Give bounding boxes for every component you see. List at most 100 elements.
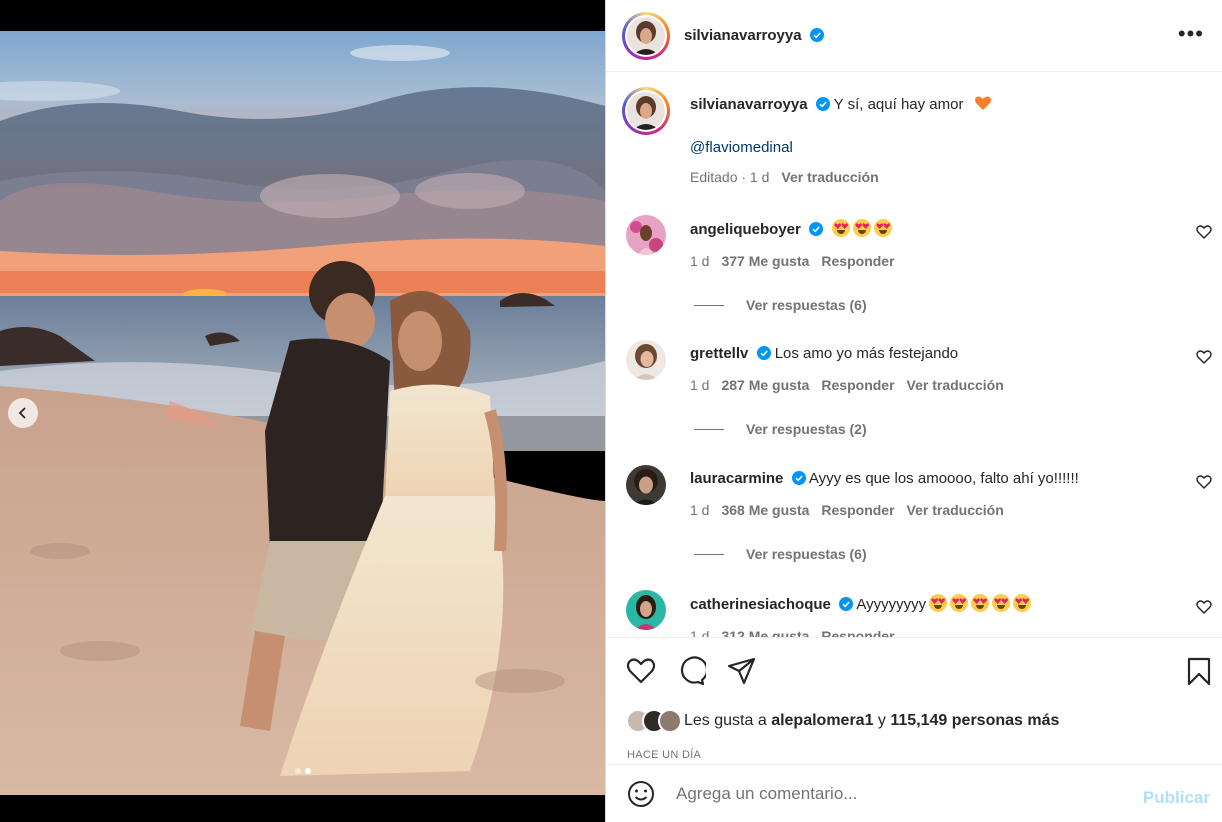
caption-author-avatar[interactable] (622, 87, 670, 135)
caption-username[interactable]: silvianavarroyya (690, 96, 808, 113)
comment-likes[interactable]: 377 Me gusta (721, 253, 809, 269)
reply-button[interactable]: Responder (821, 502, 894, 518)
comment-likes[interactable]: 312 Me gusta (721, 628, 809, 637)
comment-item: angeliqueboyer 1 d 377 Me gusta Responder … (622, 215, 1212, 313)
verified-badge-icon (756, 346, 771, 360)
author-username[interactable]: silvianavarroyya (684, 27, 824, 44)
comment-body: catherinesiachoque Ayyyyyyyy 1 d 312 Me g… (690, 590, 1212, 637)
translate-link[interactable]: Ver traducción (907, 377, 1004, 393)
comment-input[interactable] (676, 783, 1116, 804)
liker-avatar (658, 709, 682, 733)
like-heart-icon[interactable] (626, 656, 656, 686)
comment-text: Ayyyyyyyy (856, 596, 927, 613)
comment-likes[interactable]: 368 Me gusta (721, 502, 809, 518)
comment-age: 1 d (690, 628, 710, 637)
comment-meta: 1 d 377 Me gusta Responder (690, 251, 1212, 271)
heart-eyes-emoji-icon (950, 594, 969, 612)
commenter-avatar[interactable] (626, 590, 666, 630)
likes-prefix: Les gusta a (684, 712, 767, 729)
comment-like-heart-icon[interactable] (1196, 599, 1212, 615)
caption-translate-link[interactable]: Ver traducción (781, 169, 878, 185)
post-photo[interactable] (0, 31, 605, 795)
comment-like-heart-icon[interactable] (1196, 349, 1212, 365)
more-options-button[interactable]: ••• (1178, 23, 1204, 45)
comment-body: grettellv Los amo yo más festejando 1 d 2… (690, 340, 1212, 395)
reply-button[interactable]: Responder (821, 628, 894, 637)
share-send-icon[interactable] (726, 656, 756, 686)
commenter-username[interactable]: lauracarmine (690, 470, 783, 487)
verified-badge-icon (815, 97, 830, 111)
translate-link[interactable]: Ver traducción (907, 502, 1004, 518)
post-caption: silvianavarroyya Y sí, aquí hay amor @fl… (622, 87, 1202, 187)
carousel-prev-button[interactable] (8, 398, 38, 428)
likers-avatar-stack (626, 709, 682, 733)
author-avatar[interactable] (622, 11, 670, 60)
heart-eyes-emoji-icon (874, 219, 893, 237)
commenter-avatar[interactable] (626, 340, 666, 380)
author-avatar-image (627, 16, 665, 55)
view-replies-button[interactable]: Ver respuestas (2) (694, 421, 1212, 437)
media-pane (0, 0, 605, 822)
view-replies-button[interactable]: Ver respuestas (6) (694, 546, 1212, 562)
comment-item: grettellv Los amo yo más festejando 1 d 2… (622, 340, 1212, 437)
commenter-avatar[interactable] (626, 465, 666, 505)
comment-item: lauracarmine Ayyy es que los amoooo, fal… (622, 465, 1212, 562)
comment-text: Ayyy es que los amoooo, falto ahí yo!!!!… (808, 470, 1079, 487)
comment-like-heart-icon[interactable] (1196, 224, 1212, 240)
likes-others-count[interactable]: 115,149 personas más (890, 712, 1059, 730)
caption-avatar-image (627, 92, 665, 130)
post-side-panel: silvianavarroyya ••• silvianavarroyya Y … (605, 0, 1222, 822)
comment-age: 1 d (690, 377, 710, 393)
carousel-dots (0, 768, 605, 774)
comment-body: lauracarmine Ayyy es que los amoooo, fal… (690, 465, 1212, 520)
post-header: silvianavarroyya ••• (606, 0, 1222, 72)
caption-meta: Editado · 1 d Ver traducción (690, 167, 1202, 187)
heart-eyes-emoji-icon (853, 219, 872, 237)
heart-eyes-emoji-icon (971, 594, 990, 612)
orange-heart-icon (974, 96, 991, 110)
carousel-dot-active (304, 768, 311, 774)
verified-badge-icon (839, 597, 854, 611)
comment-bubble-icon[interactable] (676, 656, 706, 686)
commenter-username[interactable]: grettellv (690, 345, 748, 362)
heart-eyes-emoji-icon (832, 219, 851, 237)
comment-composer: Publicar (606, 764, 1222, 822)
heart-eyes-emoji-icon (992, 594, 1011, 612)
comment-text: Los amo yo más festejando (774, 345, 959, 362)
comment-emojis (829, 219, 893, 238)
heart-eyes-emoji-icon (1013, 594, 1032, 612)
caption-mention-link[interactable]: @flaviomedinal (690, 138, 1202, 158)
verified-badge-icon (791, 471, 806, 485)
comments-scroll-area[interactable]: silvianavarroyya Y sí, aquí hay amor @fl… (606, 73, 1222, 637)
likes-joiner: y (877, 712, 886, 729)
view-replies-button[interactable]: Ver respuestas (6) (694, 297, 1212, 313)
commenter-username[interactable]: catherinesiachoque (690, 596, 831, 613)
verified-badge-icon (809, 28, 824, 42)
reply-button[interactable]: Responder (821, 377, 894, 393)
chevron-left-icon (18, 407, 26, 419)
heart-eyes-emoji-icon (929, 594, 948, 612)
comment-age: 1 d (690, 502, 710, 518)
comment-item: catherinesiachoque Ayyyyyyyy 1 d 312 Me g… (622, 590, 1212, 637)
publish-button[interactable]: Publicar (1143, 788, 1210, 808)
caption-body: silvianavarroyya Y sí, aquí hay amor @fl… (690, 87, 1202, 187)
post-timestamp[interactable]: HACE UN DÍA (627, 749, 701, 761)
comment-likes[interactable]: 287 Me gusta (721, 377, 809, 393)
caption-text: Y sí, aquí hay amor (833, 96, 964, 113)
verified-badge-icon (809, 222, 824, 236)
commenter-username[interactable]: angeliqueboyer (690, 221, 801, 238)
comment-age: 1 d (690, 253, 710, 269)
emoji-picker-icon[interactable] (626, 779, 656, 809)
comment-meta: 1 d 368 Me gusta Responder Ver traducción (690, 500, 1212, 520)
comment-like-heart-icon[interactable] (1196, 474, 1212, 490)
comment-emojis (926, 594, 1032, 613)
first-liker-username[interactable]: alepalomera1 (771, 712, 873, 730)
comment-meta: 1 d 287 Me gusta Responder Ver traducción (690, 375, 1212, 395)
save-bookmark-icon[interactable] (1184, 656, 1214, 686)
likes-summary[interactable]: Les gusta a alepalomera1 y 115,149 perso… (626, 709, 1059, 733)
carousel-dot (294, 768, 301, 774)
commenter-avatar[interactable] (626, 215, 666, 255)
comment-body: angeliqueboyer 1 d 377 Me gusta Responder (690, 215, 1212, 271)
comment-meta: 1 d 312 Me gusta Responder (690, 626, 1212, 637)
reply-button[interactable]: Responder (821, 253, 894, 269)
